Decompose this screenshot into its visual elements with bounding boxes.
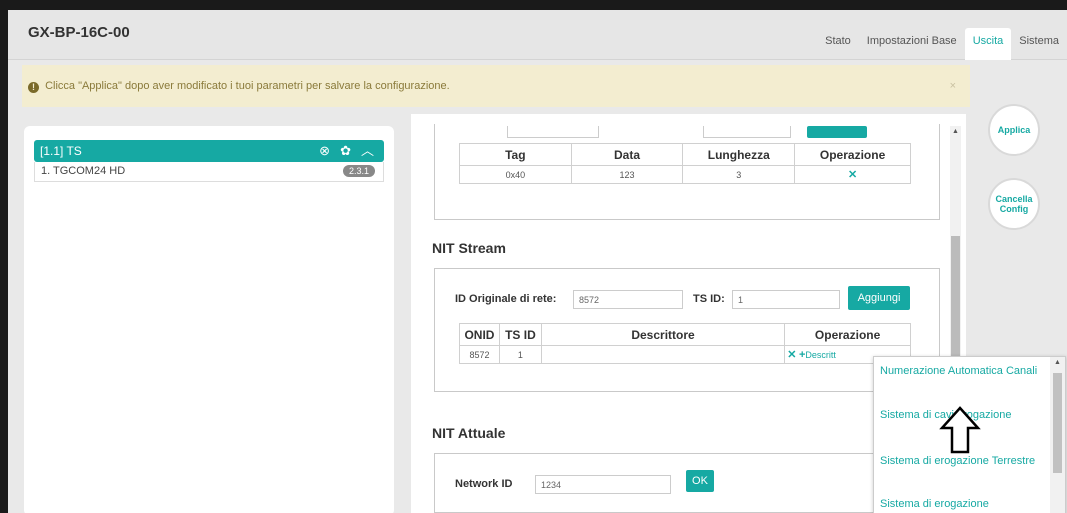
alert-text: Clicca "Applica" dopo aver modificato i … [45,80,450,92]
cell-descriptor [540,345,786,364]
nit-stream-title: NIT Stream [432,240,506,256]
app-title: GX-BP-16C-00 [28,24,130,41]
channel-badge: 2.3.1 [342,165,375,177]
col-tsid: TS ID [498,323,542,346]
nit-stream-box: ID Originale di rete: TS ID: Aggiungi ON… [434,268,940,392]
scroll-up-icon[interactable]: ▲ [1054,359,1061,366]
ts-panel: [1.1] TS ⊗ ✿ ︿ 1. TGCOM24 HD 2.3.1 [24,126,394,513]
dropdown-item[interactable]: Sistema di erogazione [880,497,1040,511]
chevron-up-icon[interactable]: ︿ [361,140,374,162]
dropdown-scroll-thumb[interactable] [1053,373,1062,473]
descriptor-box: Tag Data Lunghezza Operazione 0x40 123 3… [434,124,940,220]
tab-uscita[interactable]: Uscita [964,28,1012,60]
up-arrow-cursor-icon [939,406,981,454]
nit-stream-table: ONID TS ID Descrittore Operazione 8572 1… [459,323,911,364]
delete-icon[interactable]: ✕ [787,349,796,361]
cell-data: 123 [570,165,684,184]
cell-operation: ✕ [794,165,911,184]
close-icon[interactable]: × [950,65,956,107]
main-nav: Stato Impostazioni Base Uscita Sistema [817,28,1067,60]
dropdown-item[interactable]: Numerazione Automatica Canali [880,364,1040,378]
tsid-label: TS ID: [693,293,725,305]
cell-tsid: 1 [498,345,542,364]
info-alert: ! Clicca "Applica" dopo aver modificato … [22,65,970,107]
scroll-up-icon[interactable]: ▲ [952,128,959,135]
dropdown-scrollbar[interactable]: ▲ ▼ [1050,357,1065,513]
table-row: 0x40 123 3 ✕ [459,165,911,184]
col-operazione: Operazione [784,323,911,346]
col-tag: Tag [459,143,572,166]
network-id-label: Network ID [455,478,513,490]
apply-button[interactable]: Applica [988,104,1040,156]
col-operazione: Operazione [794,143,911,166]
warning-icon: ! [28,82,39,93]
ts-header[interactable]: [1.1] TS ⊗ ✿ ︿ [34,140,384,162]
nit-attuale-title: NIT Attuale [432,425,506,441]
scroll-thumb[interactable] [951,236,960,376]
reset-config-button[interactable]: Cancella Config [988,178,1040,230]
cell-length: 3 [682,165,796,184]
channel-list-item[interactable]: 1. TGCOM24 HD 2.3.1 [34,162,384,182]
table-row: 8572 1 ✕ +Descritt [459,345,911,364]
col-descrittore: Descrittore [540,323,786,346]
ts-header-label: [1.1] TS [40,144,82,158]
onid-input[interactable] [573,290,683,309]
network-id-input[interactable] [535,475,671,494]
ok-button[interactable]: OK [686,470,714,492]
reset-label: Cancella Config [995,194,1032,214]
apply-label: Applica [997,125,1031,135]
reset-label-line1: Cancella [995,194,1033,204]
nit-attuale-box: Network ID OK [434,453,940,513]
add-button[interactable]: Aggiungi [848,286,910,310]
col-onid: ONID [459,323,500,346]
tsid-input[interactable] [732,290,840,309]
tab-impostazioni-base[interactable]: Impostazioni Base [859,28,965,60]
gear-icon[interactable]: ✿ [340,140,351,162]
delete-icon[interactable]: ✕ [848,169,857,181]
cell-tag: 0x40 [459,165,572,184]
close-circle-icon[interactable]: ⊗ [319,140,330,162]
tab-sistema[interactable]: Sistema [1011,28,1067,60]
tab-stato[interactable]: Stato [817,28,859,60]
onid-label: ID Originale di rete: [455,293,557,305]
reset-label-line2: Config [999,204,1029,214]
top-bar: GX-BP-16C-00 Stato Impostazioni Base Usc… [8,10,1067,60]
col-lunghezza: Lunghezza [682,143,796,166]
col-data: Data [570,143,684,166]
ts-header-icons: ⊗ ✿ ︿ [319,140,374,162]
add-descriptor-link[interactable]: Descritt [805,350,836,360]
cell-onid: 8572 [459,345,500,364]
descriptor-table: Tag Data Lunghezza Operazione 0x40 123 3… [459,143,911,184]
channel-name: 1. TGCOM24 HD [41,165,126,177]
dropdown-item[interactable]: Sistema di erogazione Terrestre [880,454,1040,468]
app-window: GX-BP-16C-00 Stato Impostazioni Base Usc… [8,10,1067,513]
